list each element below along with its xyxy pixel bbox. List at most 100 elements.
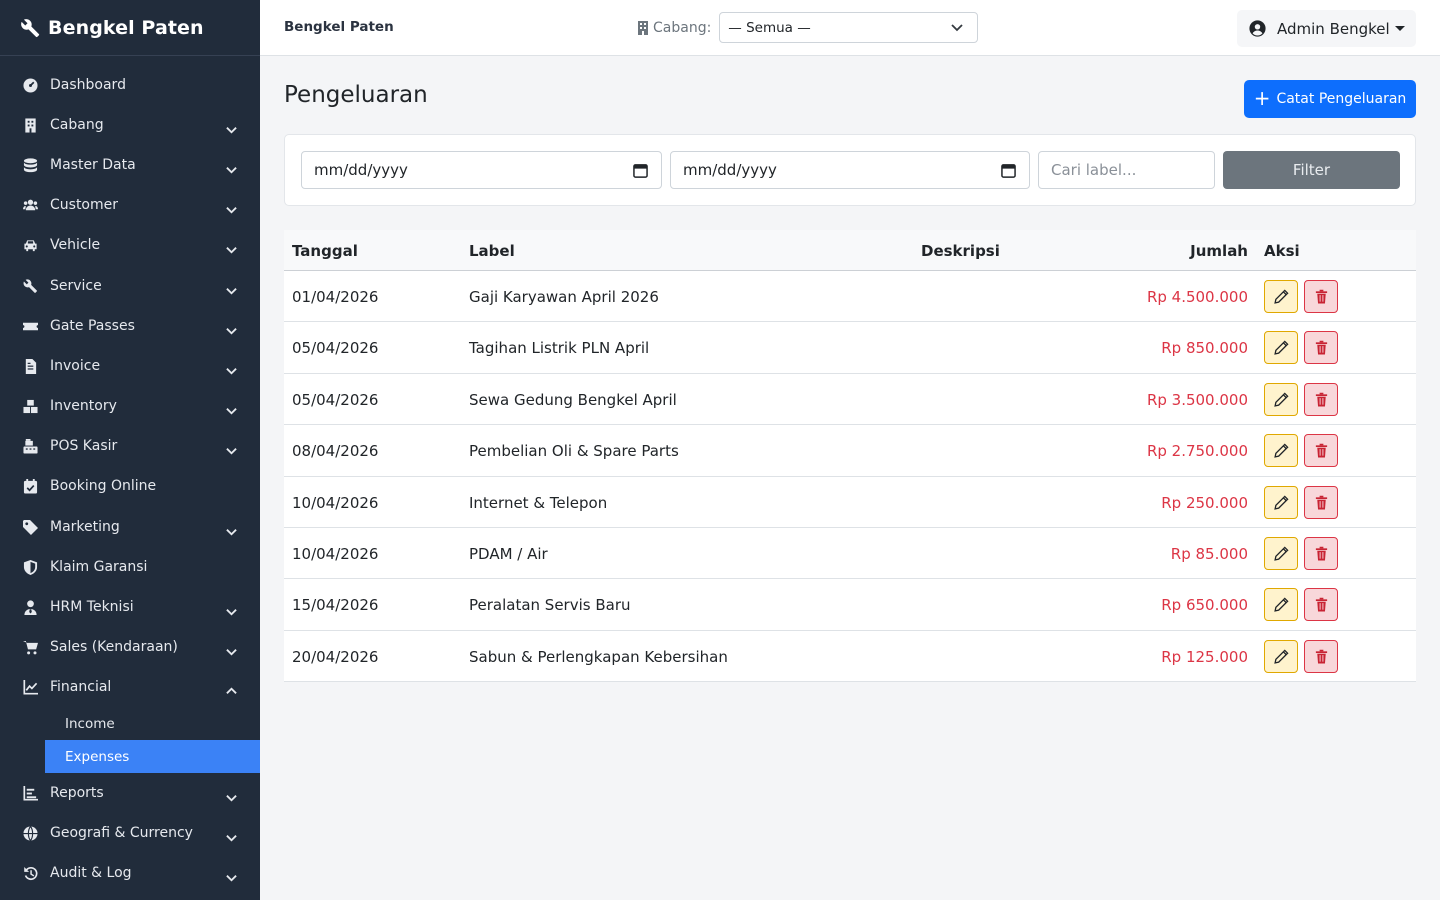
sidebar-item-label: Financial	[50, 679, 112, 695]
globe-icon	[22, 825, 38, 841]
sidebar-item-gate-passes[interactable]: Gate Passes	[0, 307, 260, 345]
database-icon	[22, 157, 38, 173]
header-date: Tanggal	[292, 242, 358, 260]
cell-label: Gaji Karyawan April 2026	[469, 288, 659, 306]
header-actions: Aksi	[1264, 242, 1300, 260]
user-tie-icon	[22, 599, 38, 615]
delete-button[interactable]	[1304, 382, 1338, 416]
edit-button[interactable]	[1264, 434, 1298, 468]
sidebar-subitem-expenses[interactable]: Expenses	[45, 740, 260, 773]
sidebar-item-customer[interactable]: Customer	[0, 186, 260, 224]
header-label: Label	[469, 242, 515, 260]
tag-icon	[22, 519, 38, 535]
delete-button[interactable]	[1304, 639, 1338, 673]
sidebar-item-inventory[interactable]: Inventory	[0, 387, 260, 425]
delete-button[interactable]	[1304, 280, 1338, 313]
delete-button[interactable]	[1304, 536, 1338, 570]
sidebar-item-label: Sales (Kendaraan)	[50, 639, 178, 655]
sidebar-item-marketing[interactable]: Marketing	[0, 508, 260, 546]
sidebar-item-label: Service	[50, 278, 102, 294]
sidebar-item-reports[interactable]: Reports	[0, 774, 260, 812]
user-name: Admin Bengkel	[1277, 19, 1390, 38]
sidebar-item-booking-online[interactable]: Booking Online	[0, 467, 260, 505]
edit-button[interactable]	[1264, 639, 1298, 673]
chevron-down-icon	[951, 24, 963, 32]
sidebar-item-label: Cabang	[50, 117, 104, 133]
edit-button[interactable]	[1264, 485, 1298, 519]
sidebar-item-invoice[interactable]: Invoice	[0, 347, 260, 385]
delete-button[interactable]	[1304, 588, 1338, 622]
cell-date: 10/04/2026	[292, 544, 379, 563]
topbar: Bengkel Paten Cabang: — Semua — Admin Be…	[260, 0, 1440, 56]
delete-button[interactable]	[1304, 485, 1338, 519]
caret-down-icon	[1395, 26, 1405, 31]
user-menu-button[interactable]: Admin Bengkel	[1237, 10, 1416, 47]
cell-date: 10/04/2026	[292, 493, 379, 512]
sidebar-item-cabang[interactable]: Cabang	[0, 106, 260, 144]
cell-date: 05/04/2026	[292, 339, 379, 358]
date-from-input[interactable]: mm/dd/yyyy	[301, 151, 662, 189]
sidebar-item-geografi-currency[interactable]: Geografi & Currency	[0, 814, 260, 852]
table-row: 05/04/2026 Sewa Gedung Bengkel April Rp 3.…	[284, 373, 1416, 426]
table-row: 20/04/2026 Sabun & Perlengkapan Kebersiha…	[284, 630, 1416, 683]
sidebar-item-label: Customer	[50, 197, 119, 213]
filter-button[interactable]: Filter	[1223, 151, 1400, 189]
cell-label: Sabun & Perlengkapan Kebersihan	[469, 647, 728, 666]
sidebar-item-sales-kendaraan[interactable]: Sales (Kendaraan)	[0, 628, 260, 666]
sidebar-item-master-data[interactable]: Master Data	[0, 146, 260, 184]
sidebar-item-hrm-teknisi[interactable]: HRM Teknisi	[0, 588, 260, 626]
chart-line-icon	[22, 679, 38, 695]
sidebar-item-label: Vehicle	[50, 237, 101, 253]
sidebar-item-financial[interactable]: Financial	[0, 668, 260, 706]
pencil-icon	[1273, 649, 1289, 664]
brand[interactable]: Bengkel Paten	[0, 0, 260, 56]
branch-selector: Cabang: — Semua —	[637, 12, 979, 43]
pencil-icon	[1273, 392, 1289, 407]
delete-button[interactable]	[1304, 434, 1338, 468]
chevron-down-icon	[226, 160, 237, 174]
date-to-input[interactable]: mm/dd/yyyy	[670, 151, 1030, 189]
boxes-icon	[22, 398, 38, 414]
sidebar-item-label: Gate Passes	[50, 318, 135, 334]
sidebar-item-vehicle[interactable]: Vehicle	[0, 226, 260, 264]
sidebar-item-service[interactable]: Service	[0, 267, 260, 305]
date-to-value: mm/dd/yyyy	[683, 161, 777, 179]
cell-date: 08/04/2026	[292, 442, 379, 461]
chevron-down-icon	[226, 642, 237, 656]
filter-card: mm/dd/yyyy mm/dd/yyyy Cari label... Filt…	[284, 134, 1416, 206]
search-label-input[interactable]: Cari label...	[1038, 151, 1215, 189]
edit-button[interactable]	[1264, 331, 1298, 365]
cell-label: Sewa Gedung Bengkel April	[469, 390, 677, 409]
branch-select[interactable]: — Semua —	[719, 12, 979, 43]
edit-button[interactable]	[1264, 588, 1298, 622]
cell-date: 01/04/2026	[292, 288, 379, 306]
sidebar-item-audit-log[interactable]: Audit & Log	[0, 854, 260, 892]
branch-select-value: — Semua —	[728, 19, 811, 36]
sidebar-item-pos-kasir[interactable]: POS Kasir	[0, 427, 260, 465]
sidebar-item-label: Audit & Log	[50, 865, 132, 881]
cart-icon	[22, 639, 38, 655]
edit-button[interactable]	[1264, 536, 1298, 570]
table-row: 08/04/2026 Pembelian Oli & Spare Parts Rp …	[284, 425, 1416, 477]
edit-button[interactable]	[1264, 280, 1298, 313]
chevron-down-icon	[226, 321, 237, 335]
chevron-up-icon	[226, 682, 237, 694]
cell-label: Internet & Telepon	[469, 493, 608, 512]
cell-amount: Rp 250.000	[1161, 493, 1248, 512]
header-amount: Jumlah	[1190, 242, 1248, 260]
date-from-value: mm/dd/yyyy	[314, 161, 408, 179]
cell-label: Peralatan Servis Baru	[469, 596, 631, 615]
sidebar-item-dashboard[interactable]: Dashboard	[0, 66, 260, 104]
sidebar-subitem-income[interactable]: Income	[45, 707, 260, 740]
sidebar-item-label: Inventory	[50, 398, 117, 414]
chevron-down-icon	[226, 788, 237, 802]
chevron-down-icon	[226, 120, 237, 134]
chevron-down-icon	[226, 522, 237, 536]
edit-button[interactable]	[1264, 382, 1298, 416]
chevron-down-icon	[226, 240, 237, 254]
sidebar-item-klaim-garansi[interactable]: Klaim Garansi	[0, 548, 260, 586]
search-placeholder: Cari label...	[1051, 161, 1137, 179]
delete-button[interactable]	[1304, 331, 1338, 365]
add-expense-button[interactable]: + Catat Pengeluaran	[1244, 80, 1416, 118]
brand-title: Bengkel Paten	[48, 16, 204, 39]
